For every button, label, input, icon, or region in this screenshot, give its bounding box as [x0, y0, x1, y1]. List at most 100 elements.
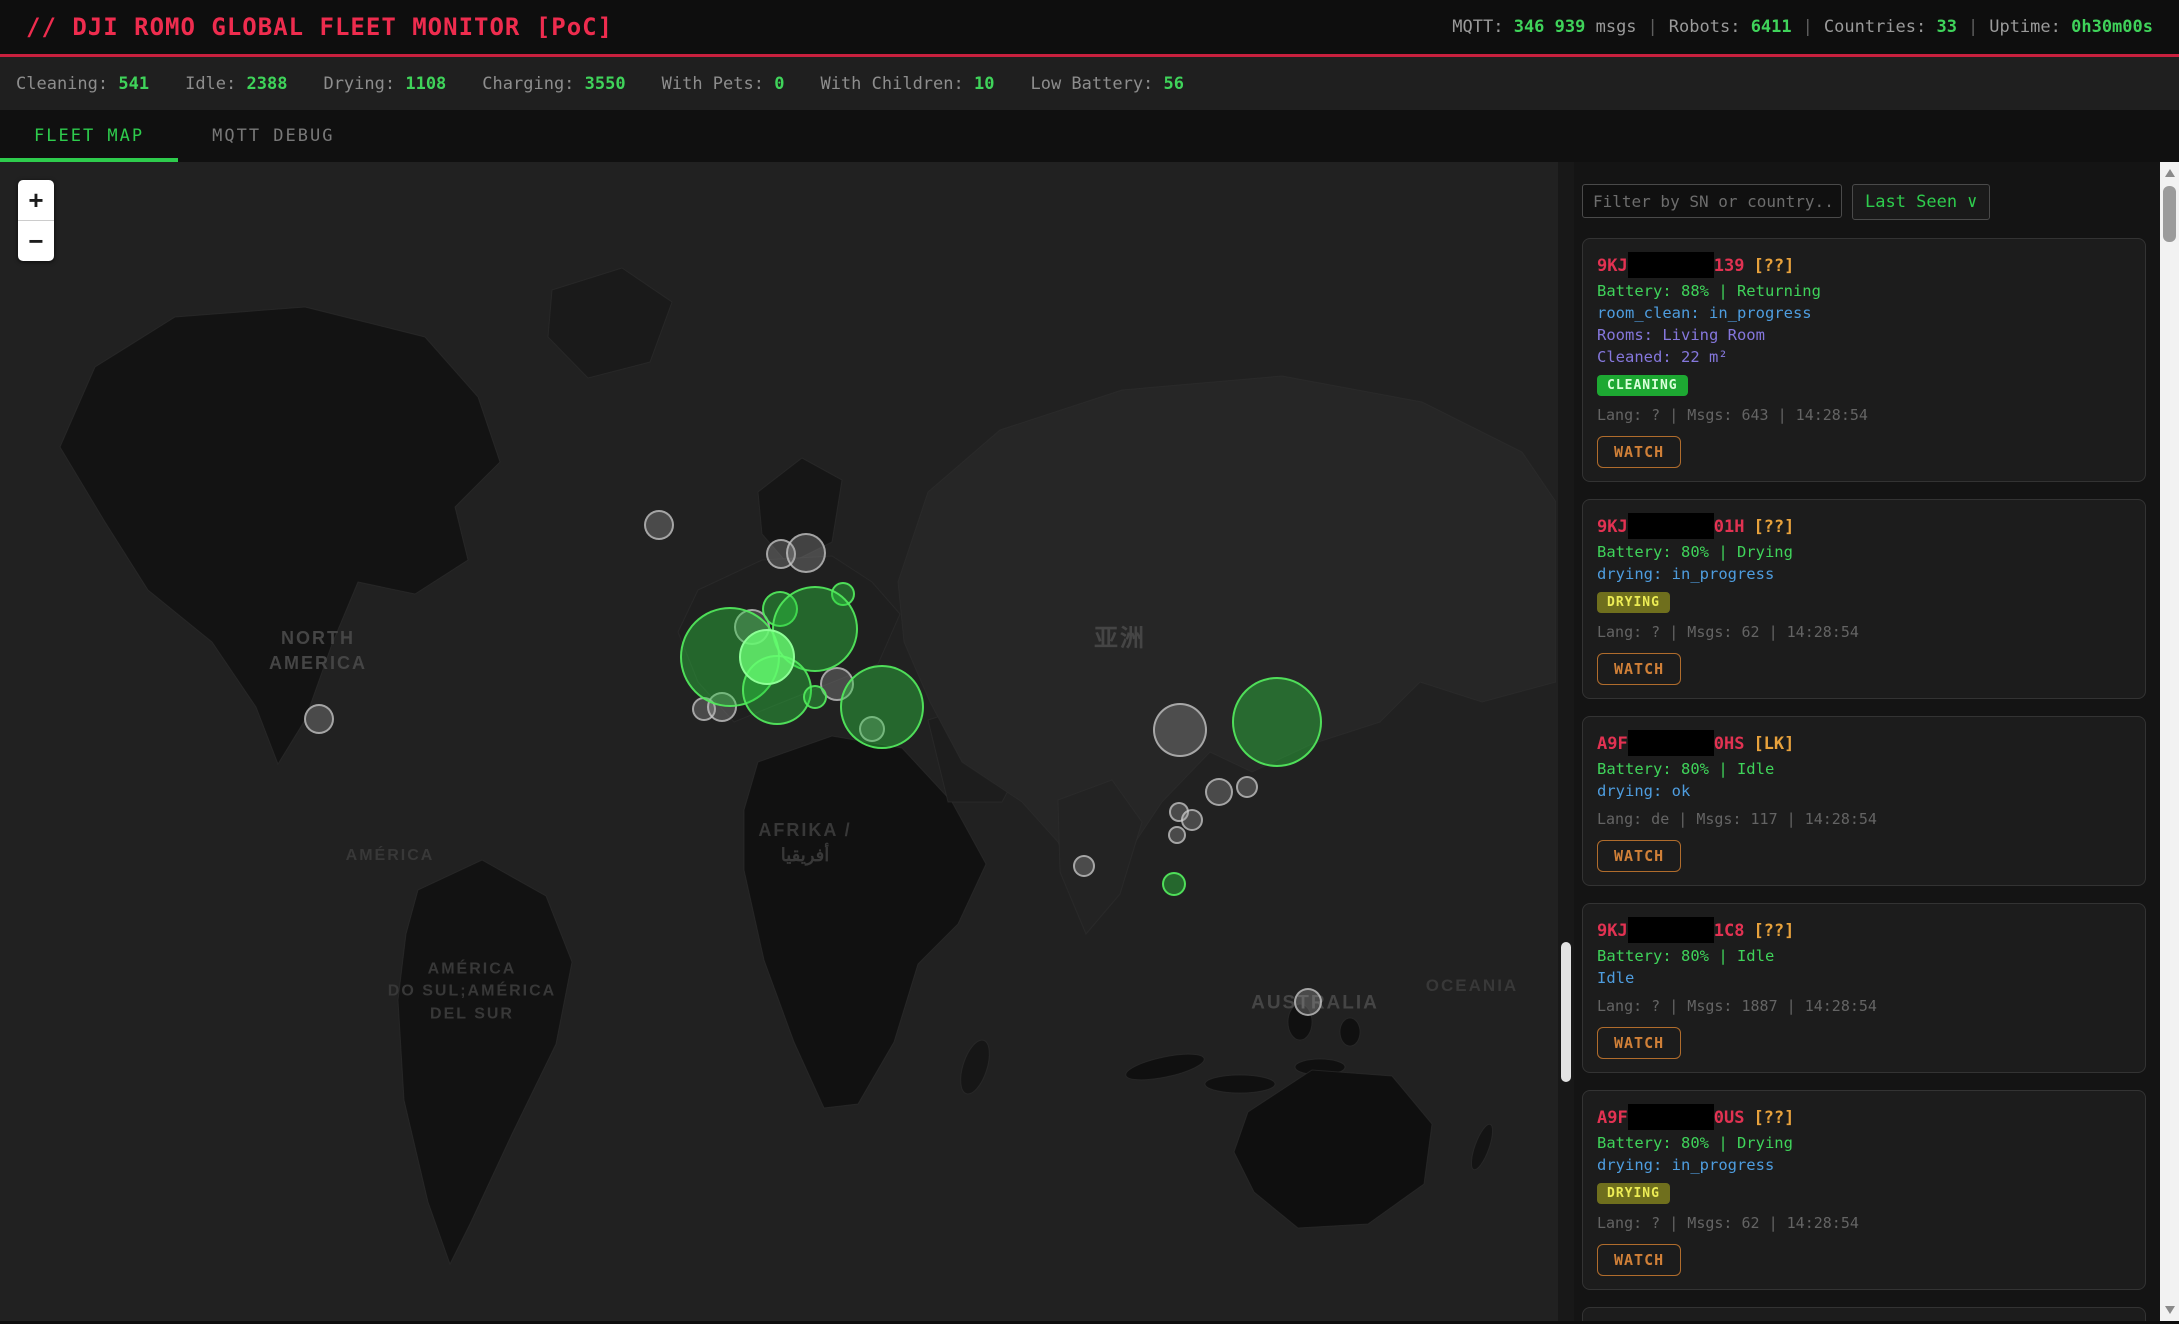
- cluster-marker-green[interactable]: [1232, 677, 1322, 767]
- stat-value: 6411: [1751, 17, 1792, 37]
- cluster-marker-green[interactable]: [803, 685, 827, 709]
- sn-redaction: [1628, 252, 1714, 278]
- cluster-marker-green[interactable]: [1162, 872, 1186, 896]
- stat-label: MQTT:: [1452, 17, 1513, 37]
- zoom-in-button[interactable]: +: [18, 180, 54, 221]
- fleet-stat: Low Battery: 56: [1030, 74, 1184, 94]
- stat-label: Uptime:: [1989, 17, 2071, 37]
- country-tag: [LK]: [1753, 734, 1794, 754]
- app-header: // DJI ROMO GLOBAL FLEET MONITOR [PoC] M…: [0, 0, 2179, 57]
- robot-status-lines: Battery: 80% | IdleIdle: [1597, 947, 2131, 987]
- robot-meta: Lang: ? | Msgs: 62 | 14:28:54: [1597, 623, 2131, 641]
- map-region-label: 亚洲: [1094, 622, 1146, 656]
- fleet-stat-value: 2388: [247, 74, 288, 94]
- status-line: Battery: 80% | Idle: [1597, 760, 2131, 778]
- tab-mqtt-debug[interactable]: MQTT DEBUG: [178, 110, 368, 162]
- watch-button[interactable]: WATCH: [1597, 436, 1681, 468]
- fleet-stats-bar: Cleaning: 541Idle: 2388Drying: 1108Charg…: [0, 57, 2179, 110]
- fleet-stat-value: 10: [974, 74, 994, 94]
- status-badge: DRYING: [1597, 1183, 1670, 1204]
- sidebar-scrollbar: [2160, 162, 2179, 1321]
- robot-card-list: 9KJ 139 [??] Battery: 88% | Returningroom_…: [1582, 238, 2146, 1321]
- sn-prefix: 9KJ: [1597, 256, 1628, 276]
- map-zoom-control: + −: [18, 180, 54, 261]
- cluster-marker-gray[interactable]: [304, 704, 334, 734]
- robot-status-lines: Battery: 80% | Idledrying: ok: [1597, 760, 2131, 800]
- scroll-up-arrow-icon[interactable]: [2160, 164, 2179, 182]
- robot-card: 9KJ1C8[??] Battery: 80% | IdleIdle Lang:…: [1582, 903, 2146, 1073]
- robot-card: 9KJ 139 [??] Battery: 88% | Returningroom_…: [1582, 238, 2146, 482]
- cluster-marker-gray[interactable]: [644, 510, 674, 540]
- robot-card: A9F0FH[??] Battery: ?% | Status-nullStat…: [1582, 1307, 2146, 1321]
- status-line: Battery: 80% | Drying: [1597, 1134, 2131, 1152]
- robot-meta: Lang: ? | Msgs: 643 | 14:28:54: [1597, 406, 2131, 424]
- status-line: drying: in_progress: [1597, 565, 2131, 583]
- country-tag: [??]: [1753, 1108, 1794, 1128]
- watch-button[interactable]: WATCH: [1597, 1027, 1681, 1059]
- sn-prefix: 9KJ: [1597, 517, 1628, 537]
- fleet-stat-label: Cleaning:: [16, 74, 118, 94]
- list-left-scrollbar-thumb[interactable]: [1561, 942, 1571, 1082]
- stat-separator: |: [1648, 17, 1658, 37]
- robot-meta: Lang: ? | Msgs: 62 | 14:28:54: [1597, 1214, 2131, 1232]
- cluster-marker-green[interactable]: [840, 665, 924, 749]
- header-stat: MQTT: 346 939 msgs: [1452, 17, 1636, 37]
- cluster-marker-gray[interactable]: [1168, 826, 1186, 844]
- fleet-stat: Drying: 1108: [323, 74, 446, 94]
- cluster-marker-gray[interactable]: [1294, 988, 1322, 1016]
- list-left-scrollbar: [1558, 162, 1574, 1321]
- fleet-stat: Idle: 2388: [185, 74, 287, 94]
- cluster-marker-gray[interactable]: [786, 533, 826, 573]
- robot-serial: 9KJ01H[??]: [1597, 513, 2131, 539]
- status-line: Cleaned: 22 m²: [1597, 348, 2131, 366]
- cluster-marker-gray[interactable]: [1181, 809, 1203, 831]
- cluster-marker-gray[interactable]: [1236, 776, 1258, 798]
- sn-suffix: 139: [1714, 256, 1745, 276]
- fleet-stat-label: With Children:: [820, 74, 974, 94]
- status-line: Battery: 80% | Drying: [1597, 543, 2131, 561]
- country-tag: [??]: [1753, 256, 1794, 276]
- fleet-map[interactable]: NORTHAMERICAAMÉRICAAMÉRICADO SUL;AMÉRICA…: [0, 162, 1558, 1321]
- cluster-marker-gray[interactable]: [1205, 778, 1233, 806]
- status-line: Battery: 80% | Idle: [1597, 947, 2131, 965]
- chevron-down-icon: ∨: [1967, 192, 1977, 212]
- watch-button[interactable]: WATCH: [1597, 840, 1681, 872]
- robot-status-lines: Battery: 80% | Dryingdrying: in_progress: [1597, 1134, 2131, 1174]
- sn-suffix: 01H: [1714, 517, 1745, 537]
- cluster-marker-gray[interactable]: [1073, 855, 1095, 877]
- stat-value: 0h30m00s: [2071, 17, 2153, 37]
- stat-separator: |: [1968, 17, 1978, 37]
- fleet-stat-label: With Pets:: [662, 74, 775, 94]
- watch-button[interactable]: WATCH: [1597, 653, 1681, 685]
- stat-value: 346 939: [1514, 17, 1586, 37]
- map-region-label: AMÉRICADO SUL;AMÉRICADEL SUR: [388, 958, 556, 1025]
- scroll-down-arrow-icon[interactable]: [2160, 1301, 2179, 1319]
- stat-label: Robots:: [1669, 17, 1751, 37]
- sn-redaction: [1628, 513, 1714, 539]
- filter-input[interactable]: [1582, 184, 1842, 218]
- fleet-stat-label: Low Battery:: [1030, 74, 1163, 94]
- cluster-marker-green-bright[interactable]: [739, 629, 795, 685]
- sort-select[interactable]: Last Seen ∨: [1852, 184, 1990, 220]
- status-badge: DRYING: [1597, 592, 1670, 613]
- robot-card: A9F0HS[LK] Battery: 80% | Idledrying: ok…: [1582, 716, 2146, 886]
- zoom-out-button[interactable]: −: [18, 221, 54, 261]
- tab-fleet-map[interactable]: FLEET MAP: [0, 110, 178, 162]
- fleet-stat-value: 3550: [585, 74, 626, 94]
- sidebar-scrollbar-thumb[interactable]: [2163, 186, 2176, 242]
- cluster-marker-gray[interactable]: [1153, 703, 1207, 757]
- fleet-stat: Cleaning: 541: [16, 74, 149, 94]
- fleet-stat-label: Idle:: [185, 74, 246, 94]
- sort-select-value: Last Seen: [1865, 192, 1957, 212]
- sn-suffix: 1C8: [1714, 921, 1745, 941]
- header-stat: Uptime: 0h30m00s: [1989, 17, 2153, 37]
- status-line: room_clean: in_progress: [1597, 304, 2131, 322]
- robot-status-lines: Battery: 88% | Returningroom_clean: in_p…: [1597, 282, 2131, 366]
- map-region-label: AMÉRICA: [346, 845, 435, 867]
- watch-button[interactable]: WATCH: [1597, 1244, 1681, 1276]
- world-map-graphic: [0, 162, 1556, 1321]
- sn-suffix: 0US: [1714, 1108, 1745, 1128]
- robot-serial: 9KJ1C8[??]: [1597, 917, 2131, 943]
- status-line: Rooms: Living Room: [1597, 326, 2131, 344]
- stat-separator: |: [1803, 17, 1813, 37]
